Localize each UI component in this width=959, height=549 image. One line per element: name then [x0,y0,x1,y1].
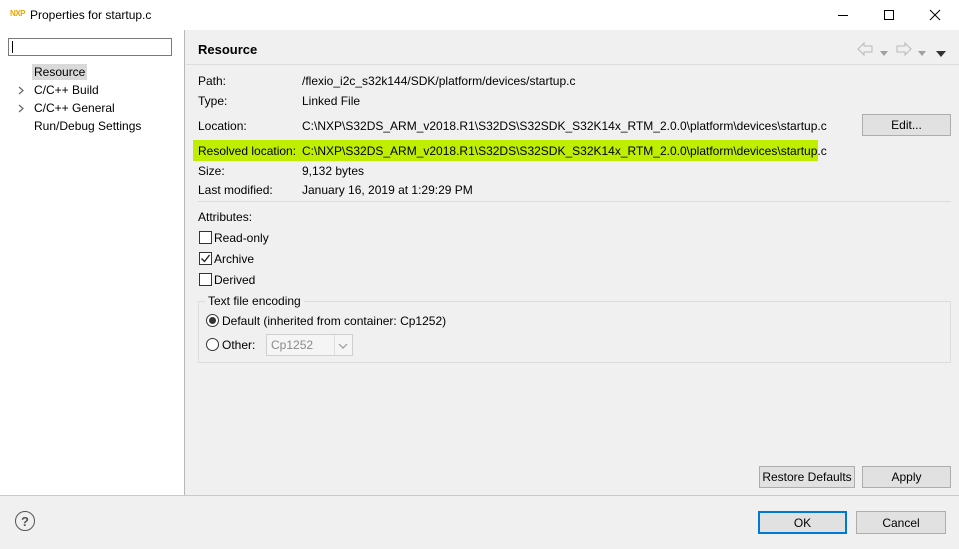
size-label: Size: [198,164,225,178]
app-logo-icon: NXP [10,9,25,18]
sidebar-item-label: C/C++ General [34,101,115,115]
ok-button[interactable]: OK [758,511,847,534]
forward-dropdown-icon[interactable] [918,46,926,56]
cancel-button[interactable]: Cancel [856,511,946,534]
maximize-button[interactable] [866,0,912,30]
resolved-location-value: C:\NXP\S32DS_ARM_v2018.R1\S32DS\S32SDK_S… [302,144,827,158]
sidebar-item-resource[interactable]: Resource [32,64,88,80]
sidebar-item-label: Resource [34,65,86,79]
minimize-icon [838,15,848,16]
filter-input[interactable] [8,38,172,56]
radio-selected-dot [209,317,216,324]
title-bar: NXP Properties for startup.c [0,0,959,30]
edit-button[interactable]: Edit... [862,114,951,136]
text-cursor [12,41,13,53]
help-icon[interactable]: ? [15,511,35,531]
text-encoding-group-label: Text file encoding [205,294,304,308]
expand-chevron-icon[interactable] [16,100,26,116]
derived-checkbox[interactable] [199,273,212,286]
location-value: C:\NXP\S32DS_ARM_v2018.R1\S32DS\S32SDK_S… [302,119,827,133]
read-only-checkbox[interactable] [199,231,212,244]
type-label: Type: [198,94,228,108]
default-encoding-label: Default (inherited from container: Cp125… [222,314,447,328]
read-only-label: Read-only [214,231,269,245]
maximize-icon [884,10,894,20]
location-label: Location: [198,119,247,133]
default-encoding-radio[interactable] [206,314,219,327]
last-modified-label: Last modified: [198,183,273,197]
back-arrow-icon[interactable] [857,41,873,57]
sidebar-item-cpp-general[interactable]: C/C++ General [32,100,117,116]
window-title: Properties for startup.c [30,8,152,22]
size-value: 9,132 bytes [302,164,365,178]
last-modified-value: January 16, 2019 at 1:29:29 PM [302,183,473,197]
footer-separator [0,495,959,496]
apply-button[interactable]: Apply [862,466,951,488]
sidebar-item-label: C/C++ Build [34,83,99,97]
attributes-separator [198,201,951,202]
sidebar-item-label: Run/Debug Settings [34,119,142,133]
other-encoding-radio[interactable] [206,338,219,351]
archive-label: Archive [214,252,255,266]
other-encoding-label: Other: [222,338,256,352]
resolved-location-label: Resolved location: [198,144,297,158]
checkmark-icon [201,254,211,263]
sidebar-item-run-debug[interactable]: Run/Debug Settings [32,118,143,134]
path-value: /flexio_i2c_s32k144/SDK/platform/devices… [302,74,576,88]
forward-arrow-icon[interactable] [896,41,912,57]
encoding-select-value: Cp1252 [271,338,314,352]
header-separator [186,64,959,65]
minimize-button[interactable] [820,0,866,30]
close-button[interactable] [912,0,958,30]
chevron-down-icon [338,343,348,349]
derived-label: Derived [214,273,256,287]
expand-chevron-icon[interactable] [16,82,26,98]
type-value: Linked File [302,94,361,108]
view-menu-icon[interactable] [936,46,946,57]
back-dropdown-icon[interactable] [880,46,888,56]
archive-checkbox[interactable] [199,252,212,265]
path-label: Path: [198,74,227,88]
encoding-select[interactable]: Cp1252 [266,334,353,356]
restore-defaults-button[interactable]: Restore Defaults [759,466,855,488]
page-title: Resource [198,42,258,57]
sidebar: Resource C/C++ Build C/C++ General Run/D… [0,30,185,495]
sidebar-item-cpp-build[interactable]: C/C++ Build [32,82,101,98]
attributes-label: Attributes: [198,210,253,224]
close-icon [929,9,941,21]
